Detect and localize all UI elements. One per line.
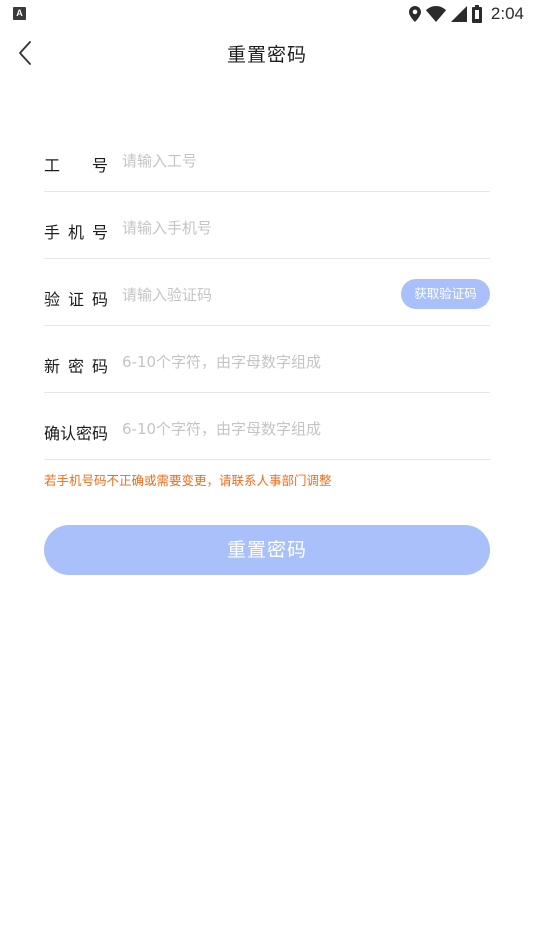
phone-row: 手 机 号 <box>44 192 490 259</box>
confirm-password-input[interactable] <box>122 416 392 442</box>
confirm-password-label: 确 认 密 码 <box>44 424 109 443</box>
signal-icon <box>450 6 467 22</box>
location-icon <box>408 6 421 22</box>
new-password-row: 新 密 码 <box>44 326 490 393</box>
status-icons: 2:04 <box>408 3 524 25</box>
app-notification-icon: A <box>13 7 26 20</box>
verification-code-label: 验 证 码 <box>44 290 108 309</box>
phone-input[interactable] <box>122 215 392 241</box>
battery-icon <box>471 5 482 23</box>
employee-id-row: 工 号 <box>44 125 490 192</box>
new-password-input[interactable] <box>122 349 392 375</box>
verification-code-input[interactable] <box>122 282 312 308</box>
get-code-button[interactable]: 获取验证码 <box>401 279 490 309</box>
page-title: 重置密码 <box>226 44 307 66</box>
phone-change-notice: 若手机号码不正确或需要变更，请联系人事部门调整 <box>44 473 332 488</box>
employee-id-input[interactable] <box>122 148 392 174</box>
reset-password-form: 工 号 手 机 号 验 证 码 获取验证码 新 密 码 确 认 <box>44 125 490 460</box>
status-time: 2:04 <box>490 4 524 23</box>
reset-password-button[interactable]: 重置密码 <box>44 525 490 575</box>
verification-code-row: 验 证 码 获取验证码 <box>44 259 490 326</box>
phone-label: 手 机 号 <box>44 223 108 242</box>
wifi-icon <box>425 6 446 22</box>
nav-bar: 重置密码 <box>0 28 534 80</box>
status-bar: A 2:04 <box>0 0 534 28</box>
new-password-label: 新 密 码 <box>44 357 108 376</box>
confirm-password-row: 确 认 密 码 <box>44 393 490 460</box>
employee-id-label: 工 号 <box>44 156 108 175</box>
